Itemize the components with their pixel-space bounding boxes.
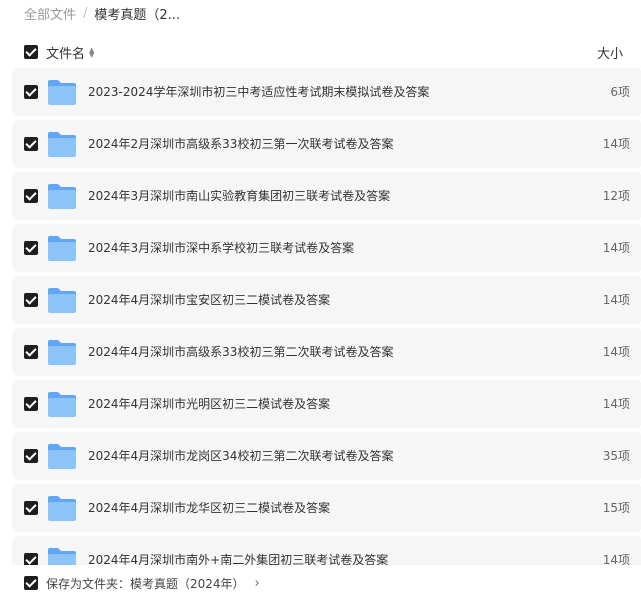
- file-size: 14项: [602, 293, 630, 307]
- folder-icon: [48, 548, 76, 565]
- file-name[interactable]: 2024年3月深圳市深中系学校初三联考试卷及答案: [88, 239, 354, 256]
- folder-icon: [48, 236, 76, 261]
- file-row[interactable]: 2024年4月深圳市高级系33校初三第二次联考试卷及答案 14项: [12, 328, 641, 376]
- save-to-folder-text: 保存为文件夹：模考真题（2024年）: [46, 577, 245, 591]
- folder-icon: [48, 80, 76, 105]
- file-size: 6项: [610, 85, 630, 99]
- file-name[interactable]: 2024年4月深圳市高级系33校初三第二次联考试卷及答案: [88, 343, 393, 360]
- file-row[interactable]: 2024年4月深圳市光明区初三二模试卷及答案 14项: [12, 380, 641, 428]
- file-size: 14项: [602, 397, 630, 411]
- file-row[interactable]: 2024年3月深圳市深中系学校初三联考试卷及答案 14项: [12, 224, 641, 272]
- folder-icon: [48, 184, 76, 209]
- row-checkbox[interactable]: [24, 345, 38, 359]
- save-to-folder-bar[interactable]: 保存为文件夹：模考真题（2024年） ›: [0, 565, 641, 603]
- row-checkbox[interactable]: [24, 397, 38, 411]
- file-row[interactable]: 2023-2024学年深圳市初三中考适应性考试期末模拟试卷及答案 6项: [12, 68, 641, 116]
- breadcrumb: 全部文件 / 模考真题（2...: [24, 3, 180, 23]
- breadcrumb-separator: /: [83, 5, 88, 21]
- row-checkbox[interactable]: [24, 85, 38, 99]
- folder-icon: [48, 444, 76, 469]
- row-checkbox[interactable]: [24, 241, 38, 255]
- file-size: 14项: [602, 345, 630, 359]
- file-row[interactable]: 2024年3月深圳市南山实验教育集团初三联考试卷及答案 12项: [12, 172, 641, 220]
- select-all-checkbox[interactable]: [24, 45, 38, 59]
- sort-icon[interactable]: ▲ ▼: [89, 46, 94, 58]
- folder-icon: [48, 496, 76, 521]
- file-size: 12项: [602, 189, 630, 203]
- file-list: 2023-2024学年深圳市初三中考适应性考试期末模拟试卷及答案 6项 2024年2…: [0, 68, 641, 565]
- row-checkbox[interactable]: [24, 189, 38, 203]
- folder-icon: [48, 340, 76, 365]
- file-size: 15项: [602, 501, 630, 515]
- file-row[interactable]: 2024年2月深圳市高级系33校初三第一次联考试卷及答案 14项: [12, 120, 641, 168]
- column-header-name[interactable]: 文件名 ▲ ▼: [46, 43, 94, 62]
- file-name[interactable]: 2024年4月深圳市宝安区初三二模试卷及答案: [88, 291, 330, 308]
- save-to-folder-label[interactable]: 保存为文件夹：模考真题（2024年） ›: [46, 575, 260, 592]
- file-row[interactable]: 2024年4月深圳市龙华区初三二模试卷及答案 15项: [12, 484, 641, 532]
- file-size: 14项: [602, 241, 630, 255]
- file-size: 14项: [602, 553, 630, 565]
- row-checkbox[interactable]: [24, 293, 38, 307]
- file-name[interactable]: 2024年4月深圳市南外+南二外集团初三联考试卷及答案: [88, 551, 388, 565]
- row-checkbox[interactable]: [24, 553, 38, 565]
- folder-icon: [48, 132, 76, 157]
- folder-icon: [48, 392, 76, 417]
- file-name[interactable]: 2024年3月深圳市南山实验教育集团初三联考试卷及答案: [88, 187, 390, 204]
- folder-icon: [48, 288, 76, 313]
- row-checkbox[interactable]: [24, 501, 38, 515]
- chevron-right-icon[interactable]: ›: [255, 576, 260, 591]
- file-size: 35项: [602, 449, 630, 463]
- breadcrumb-current: 模考真题（2...: [94, 7, 181, 23]
- save-to-folder-checkbox[interactable]: [24, 576, 38, 590]
- file-name[interactable]: 2024年4月深圳市龙华区初三二模试卷及答案: [88, 499, 330, 516]
- file-row[interactable]: 2024年4月深圳市宝安区初三二模试卷及答案 14项: [12, 276, 641, 324]
- file-row[interactable]: 2024年4月深圳市南外+南二外集团初三联考试卷及答案 14项: [12, 536, 641, 565]
- breadcrumb-root-link[interactable]: 全部文件: [24, 4, 76, 23]
- file-row[interactable]: 2024年4月深圳市龙岗区34校初三第二次联考试卷及答案 35项: [12, 432, 641, 480]
- file-size: 14项: [602, 137, 630, 151]
- list-header: 文件名 ▲ ▼ 大小: [0, 40, 641, 64]
- file-name[interactable]: 2023-2024学年深圳市初三中考适应性考试期末模拟试卷及答案: [88, 83, 429, 100]
- file-name[interactable]: 2024年4月深圳市光明区初三二模试卷及答案: [88, 395, 330, 412]
- row-checkbox[interactable]: [24, 449, 38, 463]
- file-name[interactable]: 2024年2月深圳市高级系33校初三第一次联考试卷及答案: [88, 135, 393, 152]
- row-checkbox[interactable]: [24, 137, 38, 151]
- column-header-name-label: 文件名: [46, 47, 86, 62]
- column-header-size[interactable]: 大小: [597, 43, 623, 62]
- file-name[interactable]: 2024年4月深圳市龙岗区34校初三第二次联考试卷及答案: [88, 447, 393, 464]
